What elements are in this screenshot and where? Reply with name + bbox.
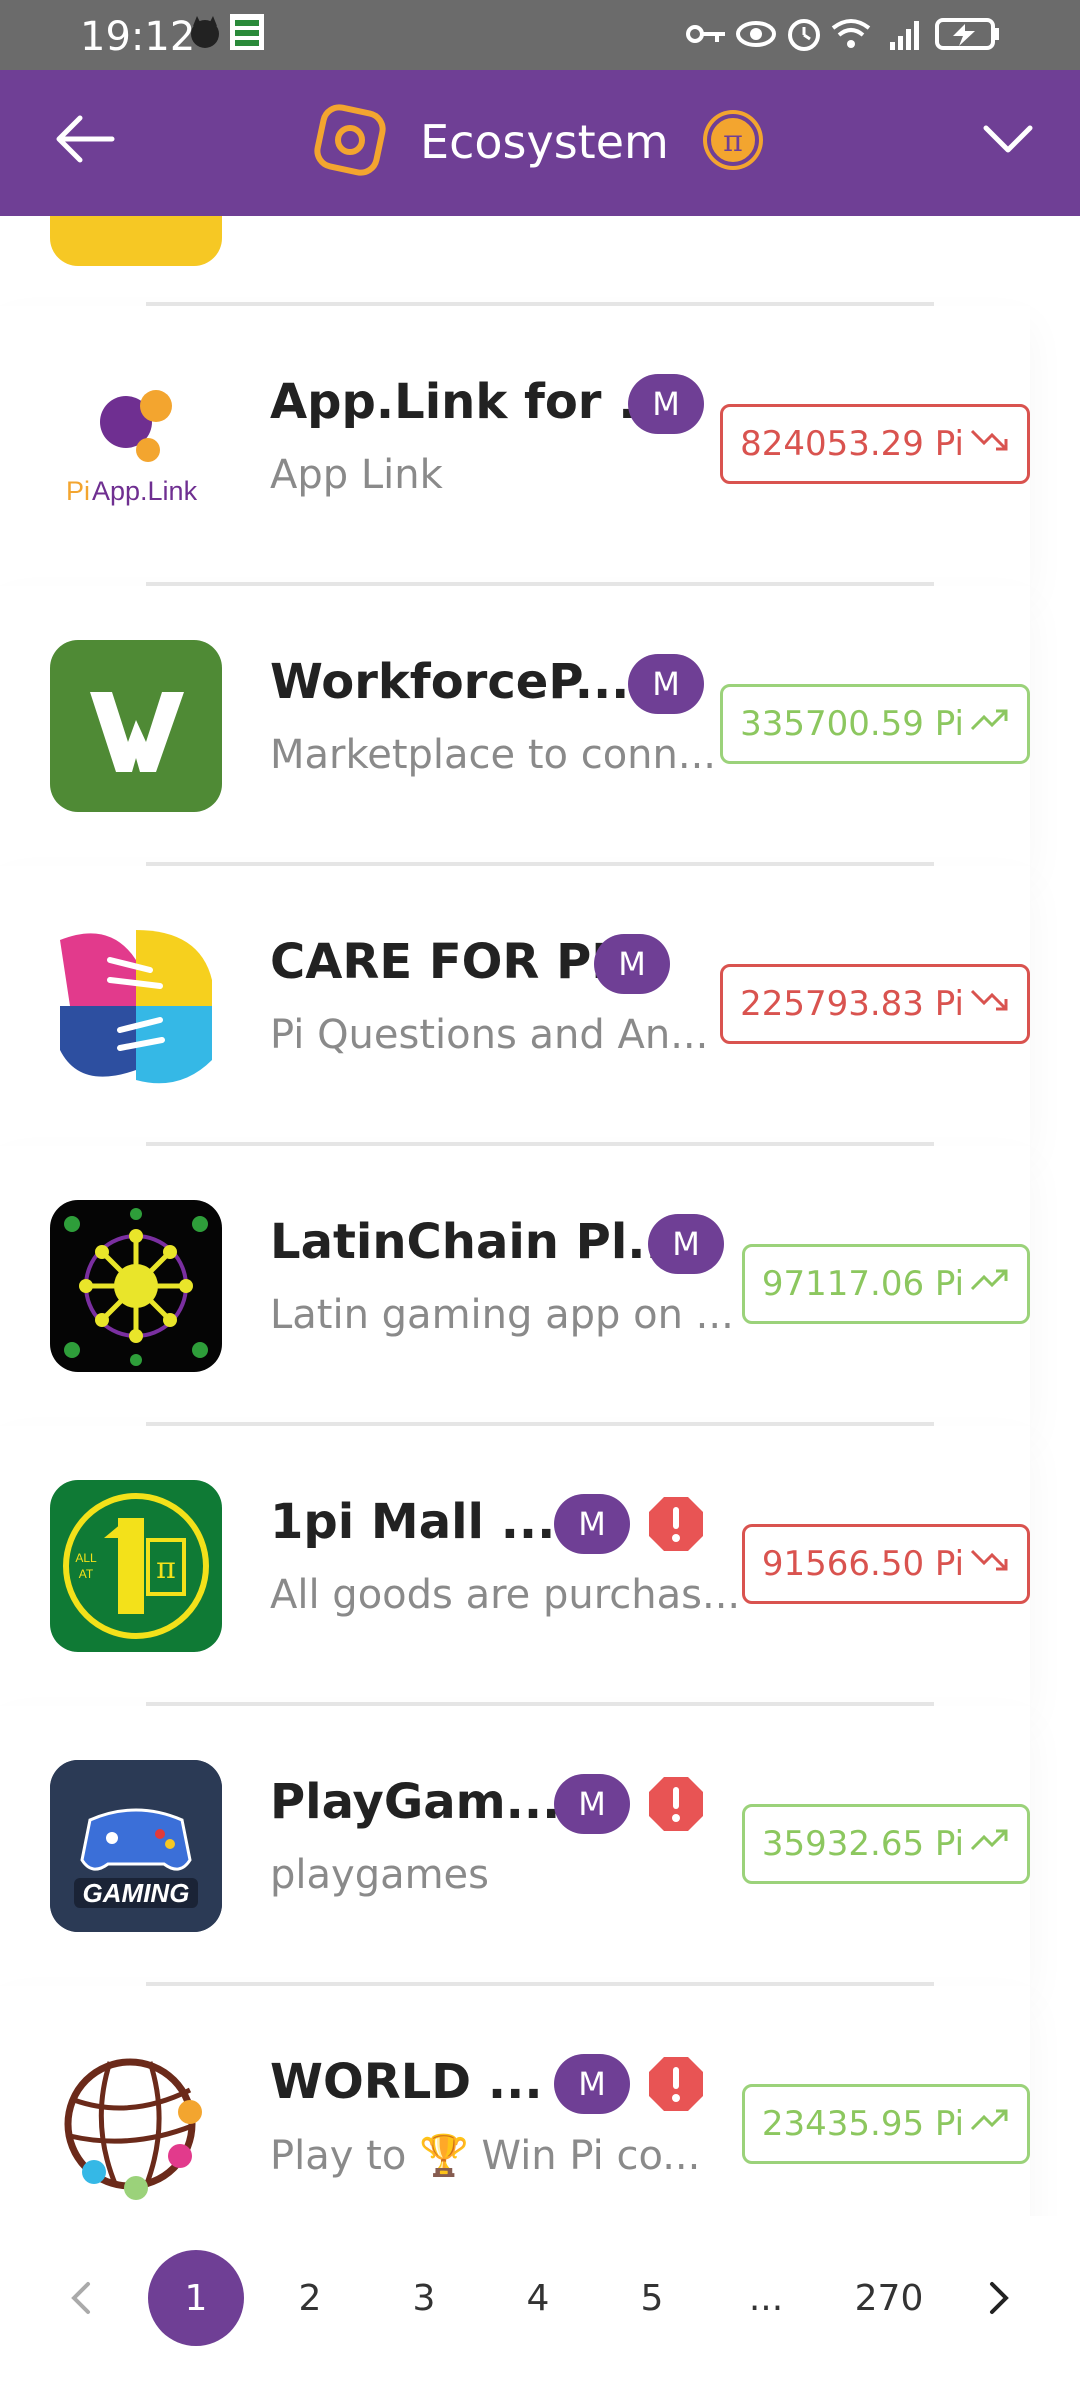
app-name: LatinChain Pl... — [270, 1214, 683, 1270]
pagination: 1 2 3 4 5 ... 270 — [0, 2245, 1080, 2355]
hands-logo — [50, 920, 222, 1092]
app-name: PlayGam... — [270, 1774, 561, 1830]
status-time: 19:12 — [80, 14, 196, 60]
svg-text:π: π — [723, 124, 743, 159]
pi-value: 225793.83 Pi — [740, 984, 964, 1024]
app-description: playgames — [270, 1852, 490, 1898]
app-name: WORLD ... — [270, 2054, 543, 2110]
pi-coin-icon: π — [699, 106, 767, 179]
battery-charging-icon — [935, 16, 1001, 52]
pi-value: 23435.95 Pi — [761, 2104, 965, 2144]
page-button-5[interactable]: 5 — [604, 2250, 700, 2346]
app-description: Marketplace to conn... — [270, 732, 717, 778]
status-bar: 19:12 — [0, 0, 1080, 70]
1pi-mall-logo: π ALL AT — [50, 1480, 222, 1652]
warning-icon — [646, 1774, 706, 1834]
svg-text:App.Link: App.Link — [92, 476, 198, 506]
m-badge: M — [648, 1214, 724, 1274]
pi-app-link-logo: Pi App.Link — [50, 360, 222, 532]
trend-down-icon — [964, 1544, 1010, 1584]
app-description: App Link — [270, 452, 443, 498]
app-description: All goods are purchas... — [270, 1572, 741, 1618]
app-description: Latin gaming app on ... — [270, 1292, 734, 1338]
app-bar: Ecosystem π — [0, 70, 1080, 216]
pi-value: 335700.59 Pi — [740, 704, 964, 744]
chevron-down-icon[interactable] — [978, 110, 1038, 170]
pi-value: 824053.29 Pi — [740, 424, 964, 464]
app-list: Pi App.Link App.Link for ... M App Link … — [0, 216, 1080, 2216]
back-arrow-icon[interactable] — [50, 104, 120, 174]
m-badge: M — [554, 1494, 630, 1554]
m-badge: M — [594, 934, 670, 994]
list-item[interactable]: GAMING PlayGam... M playgames 35932.65 P… — [0, 1706, 1030, 1986]
svg-text:ALL: ALL — [75, 1551, 97, 1565]
workforce-w-logo — [50, 640, 222, 812]
m-badge: M — [554, 2054, 630, 2114]
app-name: 1pi Mall ... — [270, 1494, 556, 1550]
m-badge: M — [628, 374, 704, 434]
title-group: Ecosystem π — [310, 92, 767, 192]
pi-value-badge[interactable]: 91566.50 Pi — [742, 1524, 1030, 1604]
alarm-icon — [785, 16, 823, 52]
gaming-logo: GAMING — [50, 1760, 222, 1932]
pi-value: 97117.06 Pi — [761, 1264, 965, 1304]
app-description: Play to 🏆 Win Pi co... — [270, 2133, 701, 2179]
svg-text:AT: AT — [79, 1567, 94, 1581]
page-button-2[interactable]: 2 — [262, 2250, 358, 2346]
pi-value-badge[interactable]: 35932.65 Pi — [742, 1804, 1030, 1884]
m-badge: M — [628, 654, 704, 714]
partial-app-icon — [50, 216, 222, 266]
key-icon — [685, 16, 727, 52]
pi-value-badge[interactable]: 225793.83 Pi — [720, 964, 1030, 1044]
app-description: Pi Questions and An... — [270, 1012, 709, 1058]
list-item[interactable]: Pi App.Link App.Link for ... M App Link … — [0, 306, 1030, 586]
money-notification-icon — [228, 14, 266, 50]
page-button-270[interactable]: 270 — [834, 2250, 944, 2346]
trend-up-icon — [964, 1264, 1010, 1304]
next-page-icon[interactable] — [950, 2250, 1046, 2346]
trend-up-icon — [964, 1824, 1010, 1864]
wifi-icon — [830, 16, 872, 52]
pi-value-badge[interactable]: 824053.29 Pi — [720, 404, 1030, 484]
svg-text:Pi: Pi — [66, 476, 90, 506]
pi-value-badge[interactable]: 335700.59 Pi — [720, 684, 1030, 764]
svg-text:GAMING: GAMING — [83, 1878, 190, 1908]
m-badge: M — [554, 1774, 630, 1834]
pi-value-badge[interactable]: 23435.95 Pi — [742, 2084, 1030, 2164]
page-button-1[interactable]: 1 — [148, 2250, 244, 2346]
page-ellipsis[interactable]: ... — [718, 2250, 814, 2346]
list-item[interactable]: WORLD ... M Play to 🏆 Win Pi co... 23435… — [0, 1986, 1030, 2216]
page-button-4[interactable]: 4 — [490, 2250, 586, 2346]
pi-value: 91566.50 Pi — [761, 1544, 965, 1584]
eye-icon — [735, 16, 777, 52]
trend-down-icon — [964, 984, 1010, 1024]
warning-icon — [646, 1494, 706, 1554]
list-item[interactable]: CARE FOR PI M Pi Questions and An... 225… — [0, 866, 1030, 1146]
world-globe-logo — [50, 2040, 222, 2212]
app-name: CARE FOR PI — [270, 934, 610, 990]
app-name: WorkforceP... — [270, 654, 630, 710]
trend-down-icon — [964, 424, 1010, 464]
page-title: Ecosystem — [420, 115, 669, 169]
page-button-3[interactable]: 3 — [376, 2250, 472, 2346]
trend-up-icon — [964, 2104, 1010, 2144]
list-item[interactable]: π ALL AT 1pi Mall ... M All goods are pu… — [0, 1426, 1030, 1706]
latinchain-logo — [50, 1200, 222, 1372]
cat-notification-icon — [185, 14, 225, 50]
pi-value: 35932.65 Pi — [761, 1824, 965, 1864]
list-item[interactable]: LatinChain Pl... M Latin gaming app on .… — [0, 1146, 1030, 1426]
svg-text:π: π — [156, 1551, 176, 1586]
app-name: App.Link for ... — [270, 374, 673, 430]
prev-page-icon[interactable] — [34, 2250, 130, 2346]
list-item[interactable]: WorkforceP... M Marketplace to conn... 3… — [0, 586, 1030, 866]
pi-value-badge[interactable]: 97117.06 Pi — [742, 1244, 1030, 1324]
signal-5g-icon — [880, 16, 926, 52]
trend-up-icon — [964, 704, 1010, 744]
warning-icon — [646, 2054, 706, 2114]
ecosystem-app-icon — [310, 100, 390, 185]
